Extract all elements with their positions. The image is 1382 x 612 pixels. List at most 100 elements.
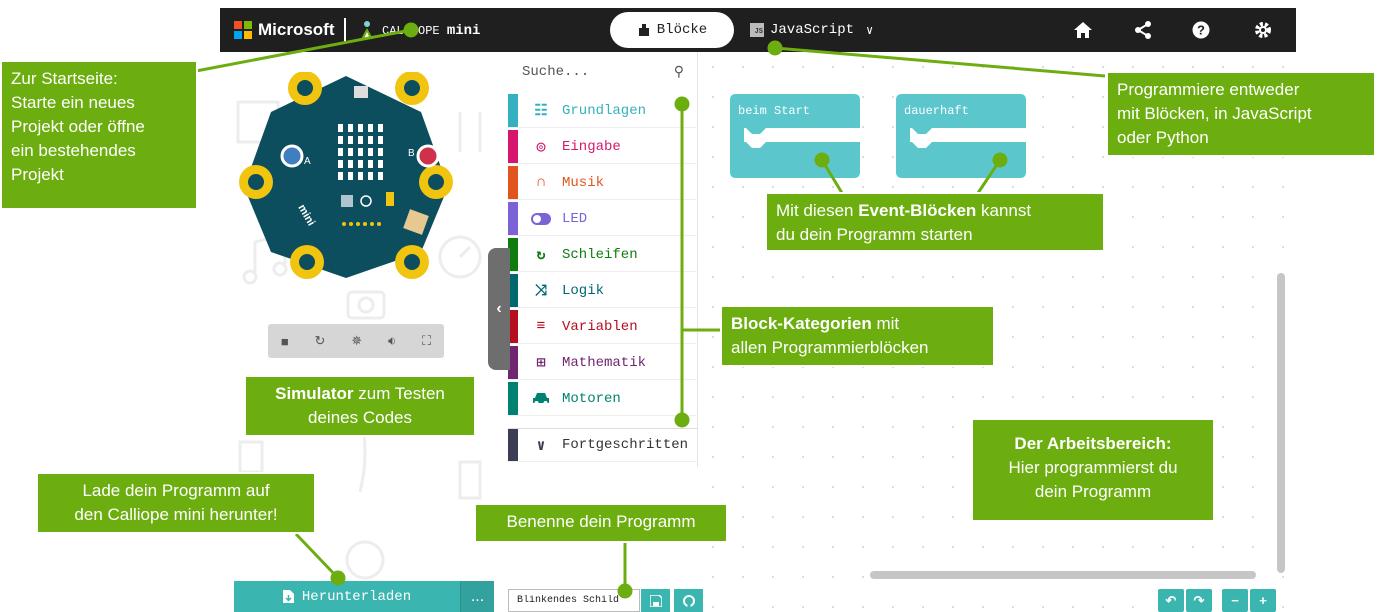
product-name: mini <box>446 23 481 39</box>
microsoft-brand: Microsoft <box>258 20 335 39</box>
undo-icon: ↶ <box>1165 592 1177 608</box>
callout-bold-text: Block-Kategorien <box>731 314 872 333</box>
category-color-bar <box>508 382 518 415</box>
zoom-out-button[interactable]: − <box>1222 589 1248 612</box>
file-download-icon <box>282 590 294 603</box>
chevron-left-icon: ‹ <box>496 300 502 317</box>
project-name-input[interactable] <box>508 589 640 612</box>
download-label: Herunterladen <box>301 588 412 605</box>
event-block-on-start[interactable]: beim Start <box>730 94 860 178</box>
js-file-icon: JS <box>750 23 764 37</box>
category-color-bar <box>508 166 518 199</box>
category-color-bar <box>508 130 518 163</box>
callout-project-name: Benenne dein Programm <box>474 503 728 543</box>
block-toolbox: Suche... ⚲︎ ☷︎ Grundlagen ◎ Eingabe ∩ Mu… <box>508 52 698 467</box>
category-musik[interactable]: ∩ Musik <box>508 166 698 200</box>
category-variablen[interactable]: ≡ Variablen <box>508 310 698 344</box>
event-block-label: dauerhaft <box>904 104 969 118</box>
product-prefix: CALLIOPE <box>382 24 440 38</box>
category-grundlagen[interactable]: ☷︎ Grundlagen <box>508 94 698 128</box>
category-led[interactable]: LED <box>508 202 698 236</box>
callout-line: deines Codes <box>308 408 412 427</box>
collapse-simulator-button[interactable]: ‹ <box>488 248 510 370</box>
callout-line: Hier programmierst du <box>1008 458 1178 477</box>
calliope-board-simulator[interactable]: A B mini <box>236 72 456 282</box>
callout-line: du dein Programm starten <box>776 225 973 244</box>
callout-bold-text: Simulator <box>275 384 354 403</box>
settings-icon[interactable] <box>1252 19 1274 41</box>
category-label: Motoren <box>562 390 621 407</box>
category-label: Schleifen <box>562 246 638 263</box>
workspace-vertical-scrollbar[interactable] <box>1277 273 1285 573</box>
category-motoren[interactable]: Motoren <box>508 382 698 416</box>
tab-blocks[interactable]: Blöcke <box>610 12 734 48</box>
lines-icon: ≡ <box>536 318 546 335</box>
category-color-bar <box>508 94 518 127</box>
save-button[interactable] <box>641 589 670 612</box>
toggle-icon <box>530 212 552 225</box>
category-color-bar <box>508 429 518 461</box>
brand-divider <box>344 18 346 42</box>
search-icon[interactable]: ⚲︎ <box>674 64 684 81</box>
undo-button[interactable]: ↶ <box>1158 589 1184 612</box>
category-logik[interactable]: ⤨ Logik <box>508 274 698 308</box>
category-color-bar <box>508 202 518 235</box>
download-button[interactable]: Herunterladen <box>234 581 460 612</box>
home-icon[interactable] <box>1072 19 1094 41</box>
callout-line: allen Programmierblöcken <box>731 338 929 357</box>
category-label: Fortgeschritten <box>562 437 689 453</box>
callout-line: Projekt oder öffne <box>11 117 145 136</box>
github-button[interactable] <box>674 589 703 612</box>
microsoft-logo-icon <box>234 21 252 39</box>
category-label: Eingabe <box>562 138 621 155</box>
fullscreen-icon[interactable]: ⛶ <box>422 333 431 349</box>
category-eingabe[interactable]: ◎ Eingabe <box>508 130 698 164</box>
stop-icon[interactable]: ■ <box>281 334 289 349</box>
callout-text: mit <box>871 314 900 333</box>
search-input[interactable]: Suche... <box>522 64 589 80</box>
tab-javascript[interactable]: JS JavaScript ∨ <box>750 18 873 42</box>
event-block-forever[interactable]: dauerhaft <box>896 94 1026 178</box>
calculator-icon: ⊞ <box>536 355 546 372</box>
callout-line: ein bestehendes <box>11 141 136 160</box>
tab-blocks-label: Blöcke <box>656 22 708 38</box>
callout-text: zum Testen <box>353 384 445 403</box>
headphones-icon: ∩ <box>536 174 546 191</box>
event-block-label: beim Start <box>738 104 811 118</box>
product-title[interactable]: CALLIOPE mini <box>382 23 480 39</box>
callout-language: Programmiere entweder mit Blöcken, in Ja… <box>1106 71 1376 157</box>
category-label: Grundlagen <box>562 102 647 119</box>
svg-text:A: A <box>304 156 311 167</box>
help-icon[interactable]: ? <box>1190 19 1212 41</box>
share-icon[interactable] <box>1132 19 1154 41</box>
more-label: ... <box>470 587 485 605</box>
category-label: LED <box>562 210 588 227</box>
redo-button[interactable]: ↷ <box>1186 589 1212 612</box>
more-options-button[interactable]: ... <box>460 581 494 612</box>
callout-line: mit Blöcken, in JavaScript <box>1117 104 1312 123</box>
category-label: Logik <box>562 282 605 299</box>
sound-icon[interactable]: 🔉︎ <box>388 333 396 349</box>
category-fortgeschritten[interactable]: ∨ Fortgeschritten <box>508 428 698 462</box>
callout-line: oder Python <box>1117 128 1209 147</box>
workspace-horizontal-scrollbar[interactable] <box>870 571 1256 579</box>
category-mathematik[interactable]: ⊞ Mathematik <box>508 346 698 380</box>
callout-line: Benenne dein Programm <box>506 512 696 531</box>
calliope-logo-icon[interactable] <box>358 20 376 40</box>
toolbox-search[interactable]: Suche... ⚲︎ <box>508 52 698 92</box>
restart-icon[interactable]: ↻ <box>315 333 326 349</box>
refresh-icon: ↻ <box>536 247 546 264</box>
zoom-in-button[interactable]: + <box>1250 589 1276 612</box>
callout-bold-text: Der Arbeitsbereich: <box>1014 434 1172 453</box>
callout-line: Der Arbeitsbereich: <box>982 432 1204 456</box>
callout-simulator: Simulator zum Testen deines Codes <box>244 375 476 437</box>
callout-text: Mit diesen <box>776 201 859 220</box>
puzzle-icon <box>638 24 649 36</box>
top-bar: Microsoft CALLIOPE mini Blöcke JS JavaSc… <box>220 8 1296 52</box>
callout-event-blocks: Mit diesen Event-Blöcken kannst du dein … <box>765 192 1105 252</box>
category-schleifen[interactable]: ↻ Schleifen <box>508 238 698 272</box>
callout-download: Lade dein Programm auf den Calliope mini… <box>36 472 316 534</box>
debug-icon[interactable]: ✵ <box>351 333 362 349</box>
callout-text: kannst <box>976 201 1032 220</box>
chevron-down-icon[interactable]: ∨ <box>866 23 873 38</box>
